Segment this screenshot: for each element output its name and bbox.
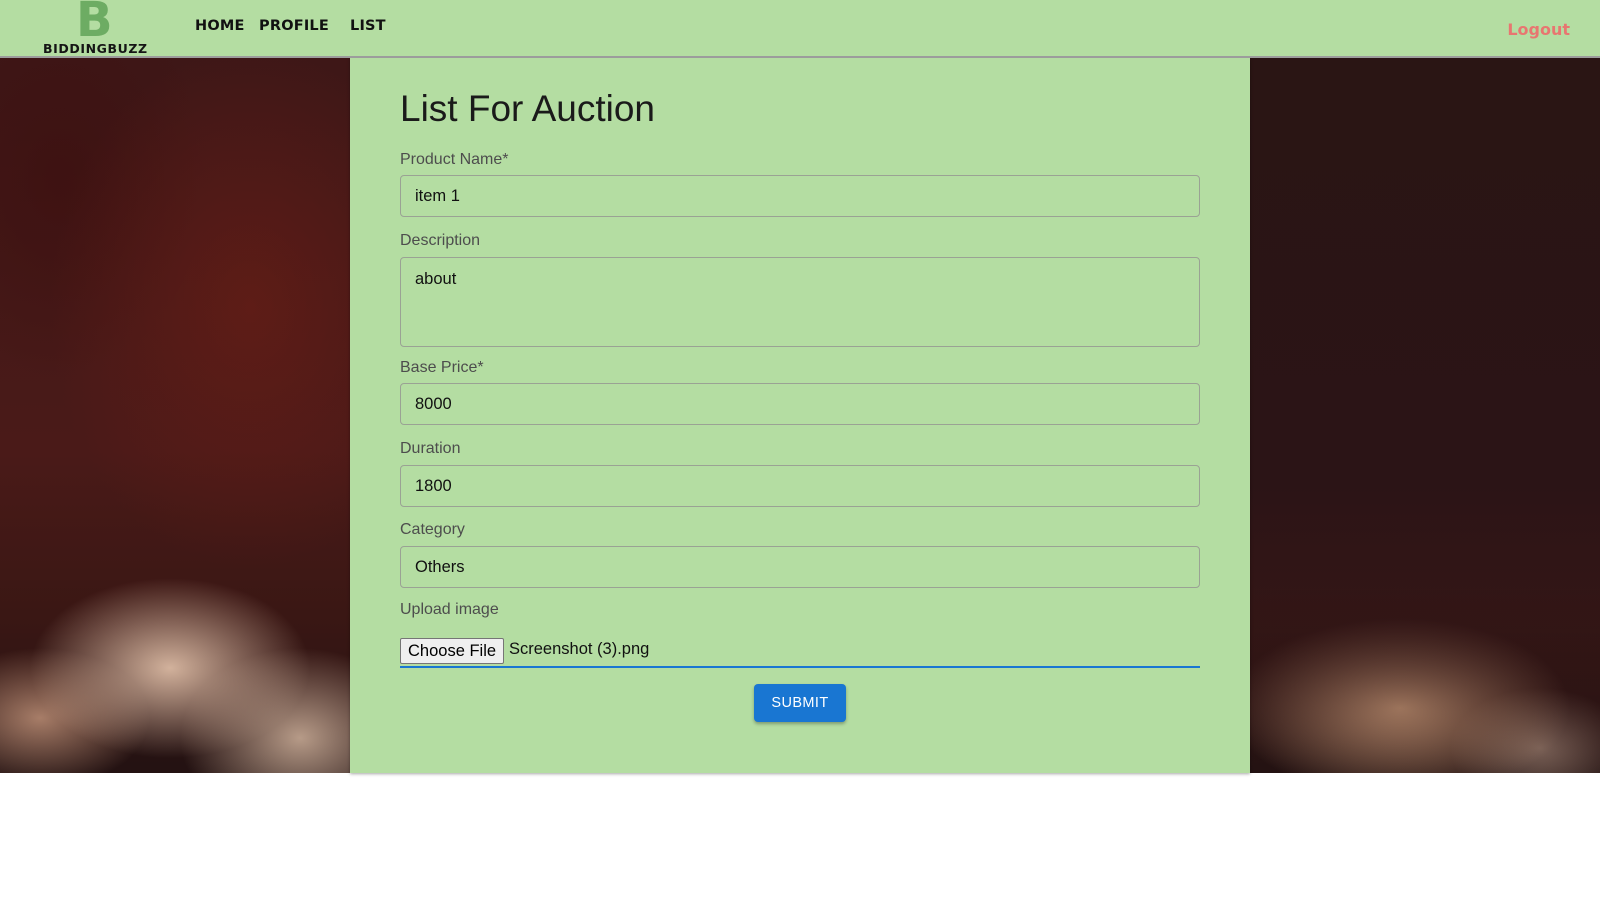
list-auction-form: List For Auction Product Name* Descripti… [350, 58, 1250, 773]
upload-image-label: Upload image [400, 601, 499, 618]
category-selected-value: Others [415, 558, 465, 576]
submit-button[interactable]: SUBMIT [754, 684, 846, 722]
logout-link[interactable]: Logout [1507, 20, 1570, 39]
description-textarea[interactable]: about [400, 257, 1200, 347]
background-shade [1250, 58, 1600, 773]
duration-input[interactable] [400, 465, 1200, 507]
nav-profile-link[interactable]: PROFILE [259, 18, 329, 34]
file-upload-field: Choose File Screenshot (3).png [400, 636, 1200, 668]
selected-file-name: Screenshot (3).png [509, 640, 650, 658]
category-label: Category [400, 521, 465, 538]
logo-text: BIDDINGBUZZ [43, 41, 148, 56]
description-label: Description [400, 232, 481, 249]
nav-home-link[interactable]: HOME [195, 18, 245, 34]
nav-list-link[interactable]: LIST [350, 18, 386, 34]
product-name-input[interactable] [400, 175, 1200, 217]
product-name-label: Product Name* [400, 151, 509, 168]
category-select[interactable]: Others [400, 546, 1200, 588]
choose-file-button[interactable]: Choose File [400, 638, 505, 664]
base-price-label: Base Price* [400, 359, 484, 376]
top-navbar: B BIDDINGBUZZ HOME PROFILE LIST Logout [0, 0, 1600, 58]
page-title: List For Auction [400, 88, 656, 129]
brand-logo[interactable]: B BIDDINGBUZZ [42, 0, 147, 58]
duration-label: Duration [400, 440, 461, 457]
base-price-input[interactable] [400, 383, 1200, 425]
